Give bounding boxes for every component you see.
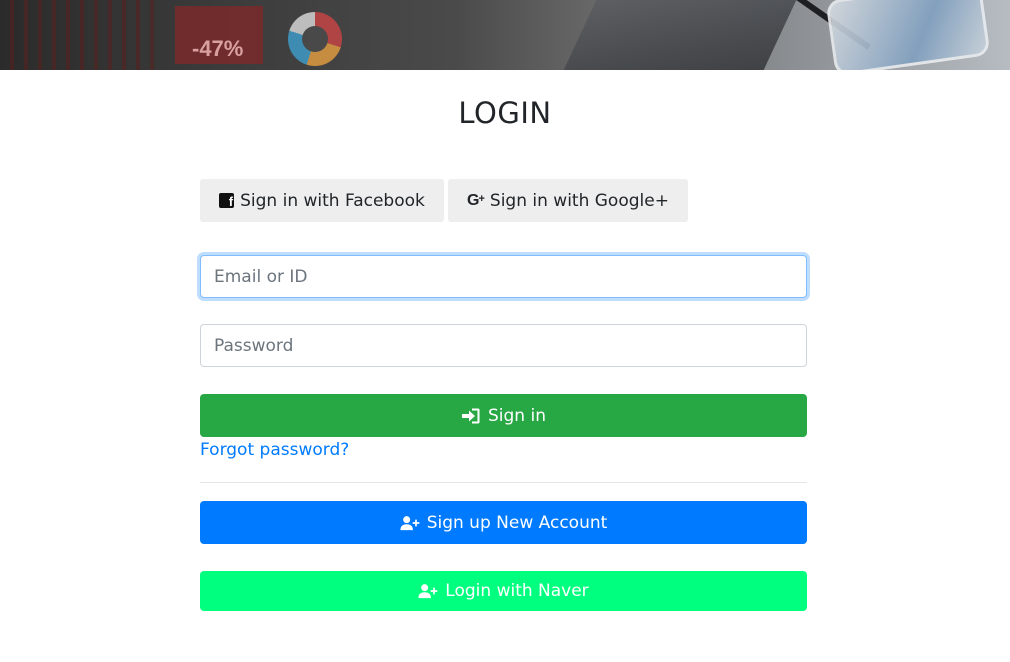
page-title: LOGIN: [458, 96, 552, 130]
google-login-button[interactable]: G+ Sign in with Google+: [448, 179, 688, 222]
banner-laptop-image: [563, 0, 797, 70]
sign-in-icon: [461, 407, 481, 425]
naver-login-button[interactable]: Login with Naver: [200, 571, 807, 611]
user-plus-icon: [400, 514, 420, 532]
facebook-icon: f: [219, 193, 235, 209]
header-banner: -47%: [0, 0, 1010, 70]
google-plus-icon: G+: [467, 191, 485, 209]
banner-phone-image: [825, 0, 991, 70]
naver-login-label: Login with Naver: [445, 581, 589, 601]
facebook-login-button[interactable]: f Sign in with Facebook: [200, 179, 444, 222]
user-plus-icon: [418, 582, 438, 600]
forgot-password-link[interactable]: Forgot password?: [200, 440, 349, 460]
sign-up-label: Sign up New Account: [426, 512, 608, 533]
divider: [200, 482, 807, 483]
banner-chart-bars: [10, 0, 160, 70]
sign-in-label: Sign in: [488, 405, 546, 426]
google-login-label: Sign in with Google+: [489, 190, 669, 211]
banner-stat-text: -47%: [192, 36, 244, 61]
facebook-login-label: Sign in with Facebook: [240, 190, 425, 211]
sign-up-button[interactable]: Sign up New Account: [200, 501, 807, 544]
password-input[interactable]: [200, 324, 807, 367]
banner-donut-chart: [288, 12, 342, 66]
sign-in-button[interactable]: Sign in: [200, 394, 807, 437]
email-input[interactable]: [200, 255, 807, 298]
